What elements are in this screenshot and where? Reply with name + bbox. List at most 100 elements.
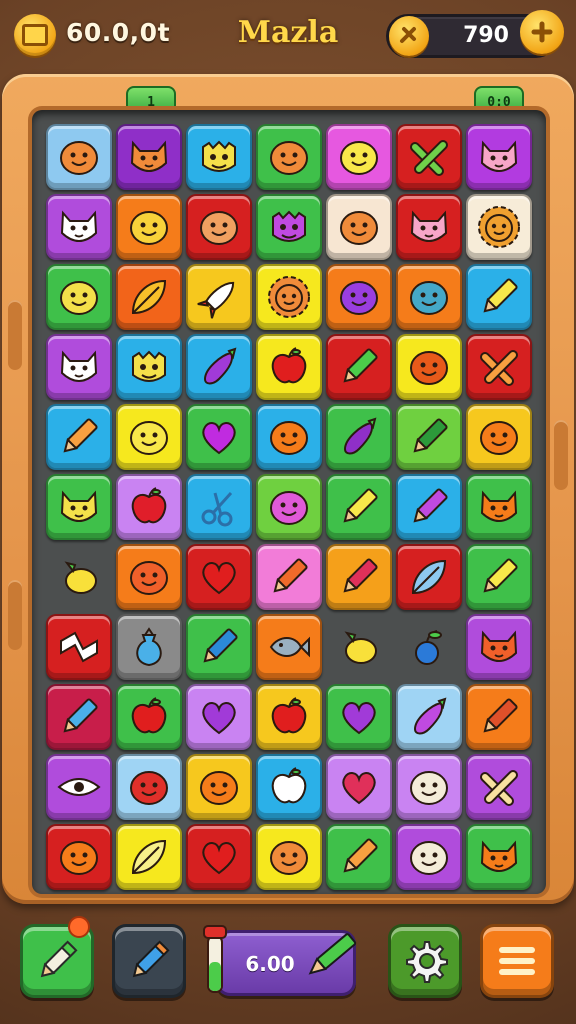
board-tile[interactable] (46, 614, 112, 680)
board-tile[interactable] (466, 474, 532, 540)
board-tile[interactable] (46, 684, 112, 750)
board-tile[interactable] (466, 614, 532, 680)
board-tile[interactable] (186, 824, 252, 890)
board-tile[interactable] (326, 754, 392, 820)
board-tile[interactable] (256, 474, 322, 540)
pencil-icon (55, 413, 103, 461)
board-tile[interactable] (396, 614, 462, 680)
board-tile[interactable] (256, 614, 322, 680)
monster-face-icon (405, 273, 453, 321)
board-tile[interactable] (116, 614, 182, 680)
board-tile[interactable] (396, 684, 462, 750)
board-tile[interactable] (326, 544, 392, 610)
pencil-icon (475, 273, 523, 321)
board-tile[interactable] (396, 474, 462, 540)
board-tile[interactable] (256, 334, 322, 400)
ghost-face-icon (405, 833, 453, 881)
board-tile[interactable] (46, 824, 112, 890)
board-tile[interactable] (256, 194, 322, 260)
board-tile[interactable] (186, 754, 252, 820)
hamburger-menu-icon (499, 947, 535, 975)
board-tile[interactable] (116, 824, 182, 890)
board-tile[interactable] (326, 404, 392, 470)
menu-button[interactable] (480, 924, 554, 998)
board-tile[interactable] (116, 264, 182, 330)
fox-face-icon (475, 833, 523, 881)
board-tile[interactable] (116, 334, 182, 400)
board-tile[interactable] (186, 614, 252, 680)
board-tile[interactable] (116, 544, 182, 610)
board-tile[interactable] (466, 334, 532, 400)
settings-button[interactable] (388, 924, 462, 998)
board-tile[interactable] (466, 194, 532, 260)
board-tile[interactable] (46, 474, 112, 540)
board-tile[interactable] (186, 124, 252, 190)
board-tile[interactable] (116, 404, 182, 470)
board-tile[interactable] (256, 824, 322, 890)
heart-icon (195, 413, 243, 461)
board-tile[interactable] (46, 194, 112, 260)
board-tile[interactable] (326, 124, 392, 190)
board-tile[interactable] (396, 124, 462, 190)
board-tile[interactable] (466, 824, 532, 890)
board-tile[interactable] (186, 474, 252, 540)
board-tile[interactable] (466, 264, 532, 330)
board-tile[interactable] (396, 264, 462, 330)
board-tile[interactable] (186, 544, 252, 610)
board-tile[interactable] (466, 124, 532, 190)
board-tile[interactable] (326, 474, 392, 540)
cat-face-icon (55, 203, 103, 251)
board-tile[interactable] (46, 264, 112, 330)
board-tile[interactable] (326, 334, 392, 400)
board-tile[interactable] (466, 404, 532, 470)
bag-icon (125, 623, 173, 671)
board-tile[interactable] (256, 544, 322, 610)
board-tile[interactable] (46, 334, 112, 400)
board-tile[interactable] (186, 194, 252, 260)
board-tile[interactable] (326, 684, 392, 750)
board-tile[interactable] (116, 474, 182, 540)
board-tile[interactable] (396, 754, 462, 820)
board-tile[interactable] (256, 404, 322, 470)
board-tile[interactable] (326, 194, 392, 260)
notification-badge (68, 916, 90, 938)
edit-powerup-button[interactable] (112, 924, 186, 998)
board-tile[interactable] (256, 684, 322, 750)
board-tile[interactable] (186, 264, 252, 330)
board-tile[interactable] (256, 264, 322, 330)
board-tile[interactable] (326, 824, 392, 890)
smiley-face-icon (195, 763, 243, 811)
board-tile[interactable] (396, 824, 462, 890)
board-tile[interactable] (326, 264, 392, 330)
heart-icon (195, 553, 243, 601)
board-tile[interactable] (116, 194, 182, 260)
board-tile[interactable] (396, 194, 462, 260)
add-coins-button[interactable] (520, 10, 564, 54)
board-tile[interactable] (186, 684, 252, 750)
board-tile[interactable] (256, 754, 322, 820)
board-tile[interactable] (466, 754, 532, 820)
board-tile[interactable] (396, 544, 462, 610)
frame-notch-left (8, 300, 22, 370)
board-tile[interactable] (186, 334, 252, 400)
board-tile[interactable] (466, 544, 532, 610)
board-tile[interactable] (46, 754, 112, 820)
candy-icon (55, 623, 103, 671)
board-tile[interactable] (46, 404, 112, 470)
potion-vial-icon (203, 925, 227, 993)
board-tile[interactable] (326, 614, 392, 680)
board-tile[interactable] (116, 754, 182, 820)
board-tile[interactable] (116, 124, 182, 190)
board-tile[interactable] (46, 124, 112, 190)
board-tile[interactable] (116, 684, 182, 750)
pencil-icon (335, 553, 383, 601)
board-tile[interactable] (396, 404, 462, 470)
board-tile[interactable] (256, 124, 322, 190)
board-tile[interactable] (46, 544, 112, 610)
board-tile[interactable] (186, 404, 252, 470)
board-tile[interactable] (396, 334, 462, 400)
pencil-icon (55, 693, 103, 741)
heart-icon (335, 693, 383, 741)
board-tile[interactable] (466, 684, 532, 750)
plus-icon (531, 21, 553, 43)
